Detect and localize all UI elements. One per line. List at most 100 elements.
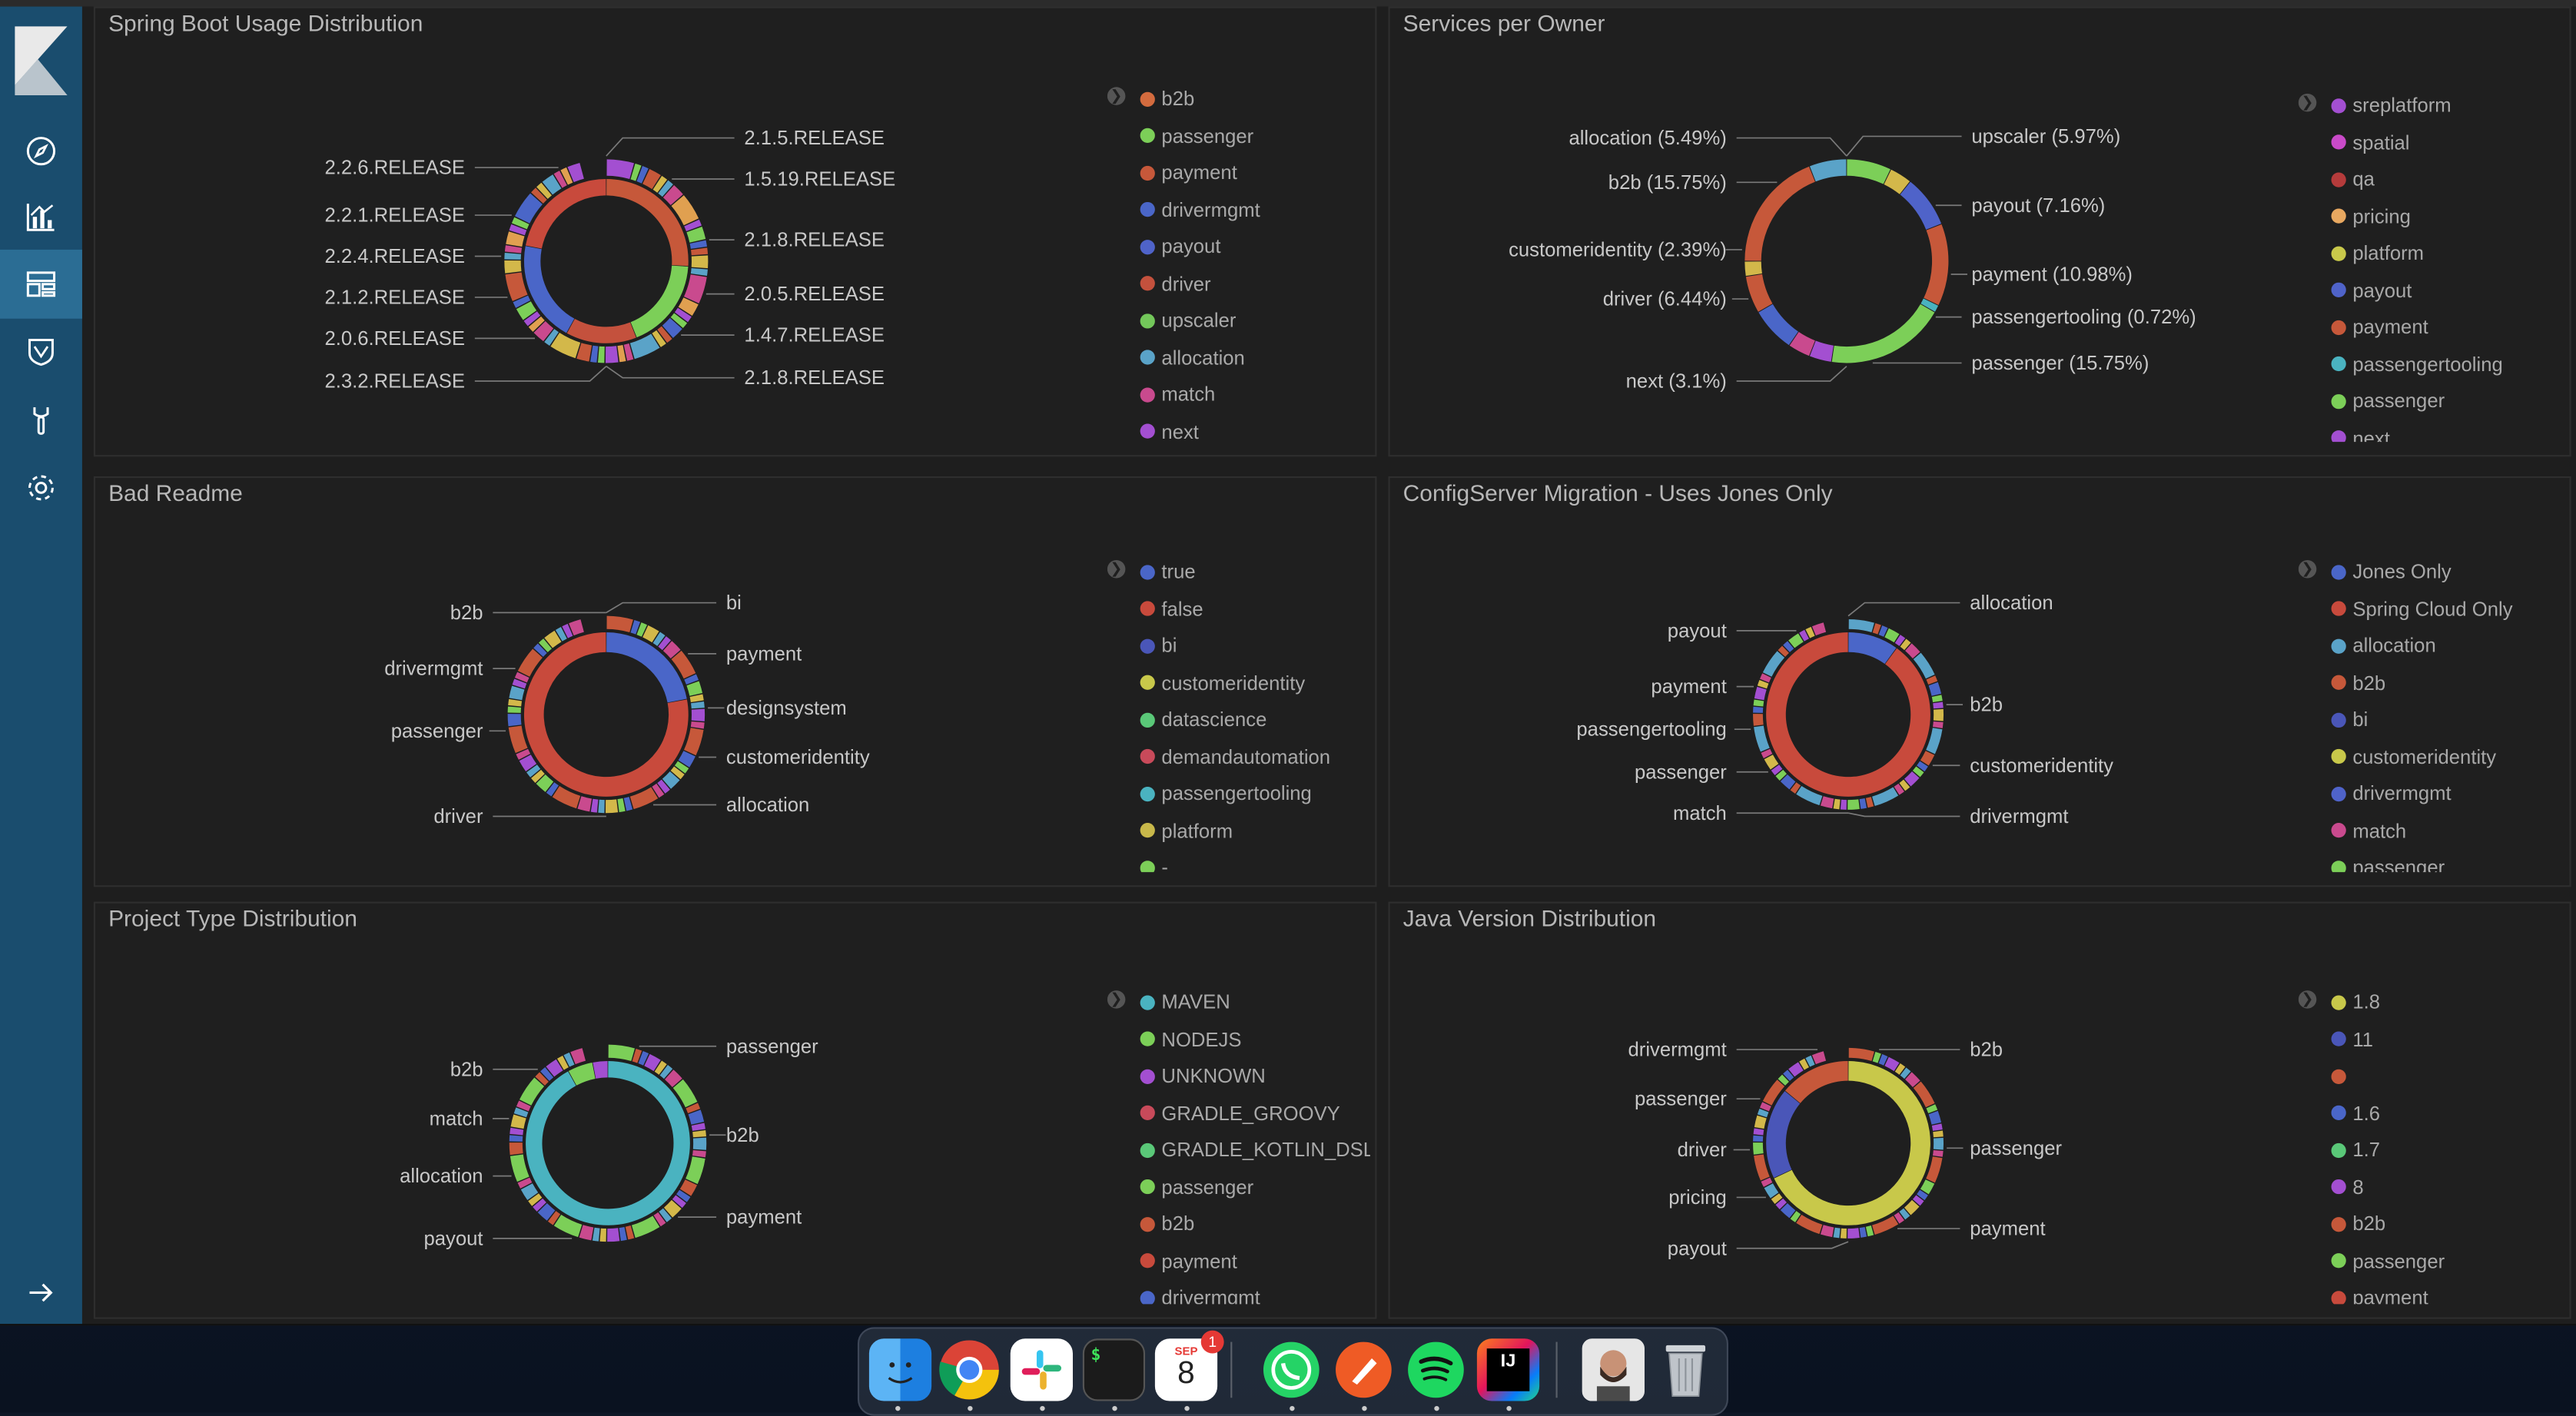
outer-ring-slice[interactable] (1753, 1128, 1764, 1136)
outer-ring-slice[interactable] (1753, 714, 1764, 726)
outer-ring-slice[interactable] (607, 1228, 620, 1242)
kibana-logo[interactable] (15, 26, 68, 95)
outer-ring-slice[interactable] (1933, 721, 1944, 728)
outer-ring-slice[interactable] (684, 274, 707, 303)
outer-ring-slice[interactable] (507, 706, 522, 713)
outer-ring-slice[interactable] (508, 725, 528, 754)
inner-ring-slice[interactable] (525, 179, 606, 249)
outer-ring-slice[interactable] (509, 685, 525, 701)
outer-ring-slice[interactable] (577, 796, 593, 812)
outer-ring-slice[interactable] (690, 721, 705, 729)
outer-ring-slice[interactable] (509, 1142, 523, 1156)
outer-ring-slice[interactable] (691, 255, 709, 269)
inner-ring-slice[interactable] (1744, 261, 1762, 277)
outer-ring-slice[interactable] (1933, 708, 1944, 721)
nav-dev-tools[interactable] (0, 388, 82, 454)
outer-ring-slice[interactable] (606, 799, 619, 814)
spotify-app-icon[interactable] (1405, 1338, 1467, 1401)
slack-app-icon[interactable] (1010, 1338, 1073, 1401)
outer-ring-slice[interactable] (1933, 1137, 1944, 1150)
whatsapp-app-icon[interactable] (1260, 1338, 1323, 1401)
outer-ring-slice[interactable] (1931, 1123, 1943, 1131)
outer-ring-slice[interactable] (504, 260, 522, 274)
outer-ring-slice[interactable] (1820, 1225, 1834, 1238)
outer-ring-slice[interactable] (1820, 796, 1834, 809)
nav-management[interactable] (0, 455, 82, 521)
nav-dashboard[interactable] (0, 249, 82, 319)
outer-ring-slice[interactable] (590, 798, 599, 813)
outer-ring-slice[interactable] (1753, 1142, 1764, 1155)
nav-visualize[interactable] (0, 184, 82, 250)
outer-ring-slice[interactable] (1933, 1149, 1944, 1157)
outer-ring-slice[interactable] (1753, 706, 1764, 713)
outer-ring-slice[interactable] (1859, 798, 1867, 809)
outer-ring-slice[interactable] (685, 1156, 705, 1185)
outer-ring-slice[interactable] (592, 1227, 600, 1242)
outer-ring-slice[interactable] (1848, 1047, 1874, 1061)
inner-ring-slice[interactable] (1847, 159, 1891, 184)
inner-ring-slice[interactable] (526, 1061, 690, 1225)
nav-timelion[interactable] (0, 319, 82, 385)
outer-ring-slice[interactable] (692, 1137, 707, 1150)
inner-ring-slice[interactable] (1809, 159, 1847, 182)
outer-ring-slice[interactable] (1754, 1115, 1767, 1129)
outer-ring-slice[interactable] (504, 245, 523, 254)
outer-ring-slice[interactable] (599, 1228, 606, 1242)
outer-ring-slice[interactable] (689, 694, 704, 702)
inner-ring-slice[interactable] (1745, 274, 1773, 312)
inner-ring-slice[interactable] (1831, 303, 1935, 363)
inner-ring-slice[interactable] (1766, 632, 1930, 797)
outer-ring-slice[interactable] (509, 1135, 523, 1142)
outer-ring-slice[interactable] (508, 698, 523, 707)
outer-ring-slice[interactable] (579, 1225, 594, 1241)
outer-ring-slice[interactable] (1811, 622, 1827, 636)
nav-collapse-button[interactable] (0, 1260, 82, 1326)
outer-ring-slice[interactable] (1754, 725, 1770, 752)
outer-ring-slice[interactable] (1933, 1130, 1944, 1138)
outer-ring-slice[interactable] (1811, 1051, 1827, 1065)
inner-ring-slice[interactable] (593, 1061, 608, 1079)
outer-ring-slice[interactable] (504, 253, 522, 260)
inner-ring-slice[interactable] (566, 319, 636, 343)
outer-ring-slice[interactable] (1840, 1228, 1847, 1239)
outer-ring-slice[interactable] (608, 1044, 636, 1061)
outer-ring-slice[interactable] (617, 798, 626, 813)
terminal-app-icon[interactable]: $ (1082, 1338, 1146, 1401)
inner-ring-slice[interactable] (606, 632, 687, 703)
inner-ring-slice[interactable] (1900, 181, 1942, 230)
calendar-app-icon[interactable]: SEP 8 1 (1154, 1330, 1224, 1401)
outer-ring-slice[interactable] (1754, 686, 1767, 701)
inner-ring-slice[interactable] (1744, 166, 1815, 261)
outer-ring-slice[interactable] (1928, 681, 1942, 696)
nav-discover[interactable] (0, 118, 82, 184)
outer-ring-slice[interactable] (1833, 1227, 1841, 1239)
inner-ring-slice[interactable] (1758, 303, 1798, 346)
intellij-app-icon[interactable]: IJ (1476, 1338, 1540, 1401)
outer-ring-slice[interactable] (597, 346, 605, 363)
outer-ring-slice[interactable] (691, 1123, 705, 1131)
outer-ring-slice[interactable] (1833, 798, 1841, 810)
outer-ring-slice[interactable] (1847, 799, 1860, 810)
outer-ring-slice[interactable] (510, 1114, 526, 1129)
outer-ring-slice[interactable] (1931, 695, 1943, 702)
outer-ring-slice[interactable] (691, 708, 705, 721)
finder-app-icon[interactable] (868, 1338, 932, 1401)
outer-ring-slice[interactable] (598, 799, 605, 814)
outer-ring-slice[interactable] (1928, 1110, 1942, 1125)
outer-ring-slice[interactable] (510, 1154, 529, 1182)
outer-ring-slice[interactable] (691, 701, 705, 709)
outer-ring-slice[interactable] (692, 1129, 706, 1138)
outer-ring-slice[interactable] (619, 1226, 627, 1242)
outer-ring-slice[interactable] (1753, 699, 1764, 707)
postman-app-icon[interactable] (1333, 1338, 1395, 1401)
outer-ring-slice[interactable] (1847, 1228, 1860, 1239)
outer-ring-slice[interactable] (510, 1127, 524, 1136)
contact-photo-icon[interactable] (1582, 1338, 1645, 1401)
chrome-app-icon[interactable] (938, 1338, 1001, 1401)
outer-ring-slice[interactable] (1933, 701, 1944, 709)
trash-app-icon[interactable] (1655, 1338, 1717, 1401)
outer-ring-slice[interactable] (692, 1149, 706, 1158)
outer-ring-slice[interactable] (606, 615, 633, 633)
outer-ring-slice[interactable] (684, 728, 704, 756)
outer-ring-slice[interactable] (1753, 1135, 1764, 1142)
